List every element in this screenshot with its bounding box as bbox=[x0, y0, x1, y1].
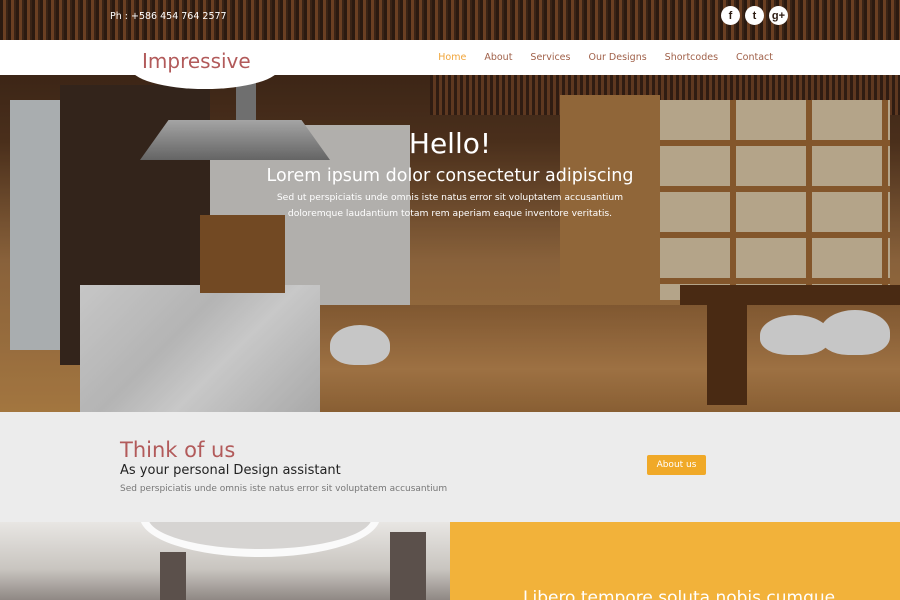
twitter-icon[interactable]: t bbox=[745, 6, 764, 25]
phone-number: Ph : +586 454 764 2577 bbox=[110, 11, 227, 22]
interior-column bbox=[390, 532, 426, 600]
top-bar: Ph : +586 454 764 2577 f t g+ bbox=[0, 0, 900, 40]
about-title: Think of us bbox=[120, 438, 236, 462]
about-text: Sed perspiciatis unde omnis iste natus e… bbox=[120, 484, 448, 494]
about-strip: Think of us As your personal Design assi… bbox=[0, 412, 900, 522]
nav-item-services[interactable]: Services bbox=[530, 52, 570, 63]
main-nav: Home About Services Our Designs Shortcod… bbox=[438, 52, 773, 63]
nav-item-home[interactable]: Home bbox=[438, 52, 466, 63]
site-logo[interactable]: Impressive bbox=[142, 49, 251, 73]
hero-banner bbox=[0, 75, 900, 412]
about-subtitle: As your personal Design assistant bbox=[120, 463, 341, 478]
about-us-button[interactable]: About us bbox=[647, 455, 706, 475]
feature-panel: Libero tempore soluta nobis cumque bbox=[450, 522, 900, 600]
nav-item-shortcodes[interactable]: Shortcodes bbox=[665, 52, 718, 63]
nav-item-contact[interactable]: Contact bbox=[736, 52, 773, 63]
feature-teaser: Libero tempore soluta nobis cumque bbox=[523, 588, 836, 600]
hero-overlay bbox=[0, 75, 900, 412]
hero-subtitle: Lorem ipsum dolor consectetur adipiscing bbox=[266, 166, 634, 186]
nav-item-our-designs[interactable]: Our Designs bbox=[588, 52, 646, 63]
social-links: f t g+ bbox=[721, 6, 788, 25]
hero-body-text: Sed ut perspiciatis unde omnis iste natu… bbox=[276, 192, 624, 219]
google-plus-icon[interactable]: g+ bbox=[769, 6, 788, 25]
hero-title: Hello! bbox=[408, 127, 492, 160]
interior-image bbox=[0, 522, 450, 600]
facebook-icon[interactable]: f bbox=[721, 6, 740, 25]
nav-item-about[interactable]: About bbox=[484, 52, 512, 63]
interior-column bbox=[160, 552, 186, 600]
